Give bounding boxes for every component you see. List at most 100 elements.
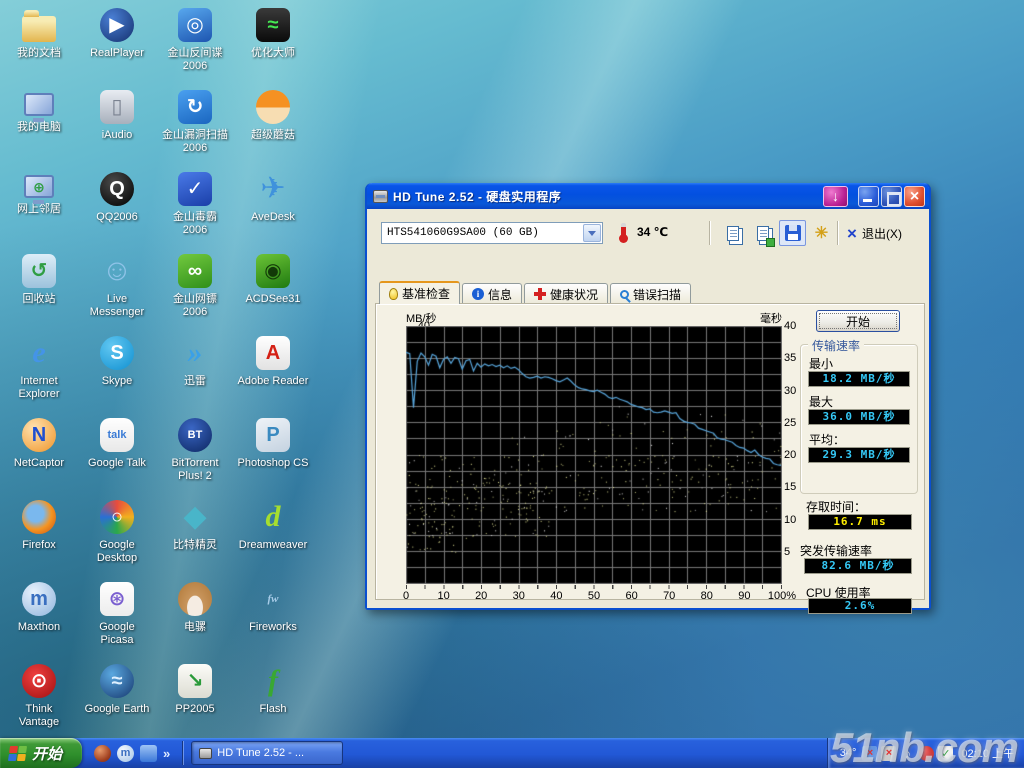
burst-rate-display: 82.6 MB/秒 <box>804 558 912 574</box>
combo-arrow-icon[interactable] <box>583 224 601 242</box>
recycle-bin-icon: ↺ <box>22 254 56 288</box>
hdtune-window: HD Tune 2.52 - 硬盘实用程序 ↓ HTS541060G9SA00 … <box>365 183 931 610</box>
x-axis-label: 0 <box>403 590 409 602</box>
start-button[interactable]: 开始 <box>0 738 82 768</box>
desktop-icon-my-documents[interactable]: 我的文档 <box>0 4 78 86</box>
save-button[interactable] <box>779 220 806 246</box>
desktop-icon-google-earth[interactable]: ≈Google Earth <box>78 660 156 742</box>
hdtune-app-icon <box>373 190 388 203</box>
kingsoft-duba-2006-icon: ✓ <box>178 172 212 206</box>
desktop-icon-adobe-reader[interactable]: AAdobe Reader <box>234 332 312 414</box>
x-axis-label: 100% <box>768 590 796 602</box>
desktop-icon-network-places[interactable]: ⊕网上邻居 <box>0 168 78 250</box>
desktop-icon-label: Dreamweaver <box>239 539 307 552</box>
antivirus-icon[interactable]: ✓ <box>938 746 953 761</box>
desktop-icon-label: Live Messenger <box>90 293 144 319</box>
desktop-icon-recycle-bin[interactable]: ↺回收站 <box>0 250 78 332</box>
quicklaunch-maxthon-icon[interactable]: m <box>117 745 134 762</box>
network-disconnected-icon[interactable]: × <box>862 746 877 761</box>
quicklaunch-browser-swirl-icon[interactable] <box>94 745 111 762</box>
desktop-icon-label: PP2005 <box>175 703 214 716</box>
desktop-icon-bittorrent-plus-2[interactable]: BTBitTorrent Plus! 2 <box>156 414 234 496</box>
bitspirit-icon: ◆ <box>178 500 212 534</box>
desktop-icon-acdsee31[interactable]: ◉ACDSee31 <box>234 250 312 332</box>
quicklaunch-ie-window-icon[interactable] <box>140 745 157 762</box>
window-titlebar[interactable]: HD Tune 2.52 - 硬盘实用程序 ↓ <box>367 183 929 209</box>
window-client-area: HTS541060G9SA00 (60 GB) 34 ℃ ✳ × 退出(X) 基… <box>367 209 929 608</box>
close-button[interactable] <box>904 186 925 207</box>
desktop-icon-label: Fireworks <box>249 621 297 634</box>
maximize-button[interactable] <box>881 186 902 207</box>
firefox-icon <box>22 500 56 534</box>
desktop-icon-google-talk[interactable]: talkGoogle Talk <box>78 414 156 496</box>
options-button[interactable]: ✳ <box>808 220 835 246</box>
taskbar: 开始 m » HD Tune 2.52 - ... 34° × × ♪ ✓ 02… <box>0 738 1024 768</box>
quicklaunch-chevron-icon[interactable]: » <box>163 746 170 761</box>
device-error-icon[interactable]: × <box>881 746 896 761</box>
network-places-icon: ⊕ <box>24 175 54 198</box>
desktop-icon-label: 金山毒霸 2006 <box>173 211 217 237</box>
desktop-icon-kingsoft-wangbiao-2006[interactable]: ∞金山网镖 2006 <box>156 250 234 332</box>
live-messenger-icon: ☺ <box>100 254 134 288</box>
desktop-icon-avedesk[interactable]: ✈AveDesk <box>234 168 312 250</box>
tab-label: 错误扫描 <box>633 286 681 303</box>
desktop-icon-emule[interactable]: 电骡 <box>156 578 234 660</box>
desktop-icon-label: Google Earth <box>85 703 150 716</box>
desktop-icon-skype[interactable]: SSkype <box>78 332 156 414</box>
desktop-icon-photoshop-cs[interactable]: PPhotoshop CS <box>234 414 312 496</box>
desktop-icon-qq2006[interactable]: QQQ2006 <box>78 168 156 250</box>
desktop-icon-thinkvantage[interactable]: ⊙Think Vantage <box>0 660 78 742</box>
x-axis-label: 70 <box>663 590 675 602</box>
desktop-icon-dreamweaver[interactable]: dDreamweaver <box>234 496 312 578</box>
copy-text-button[interactable] <box>719 220 746 246</box>
desktop-icon-realplayer[interactable]: ▶RealPlayer <box>78 4 156 86</box>
tab-benchmark[interactable]: 基准检查 <box>379 281 460 304</box>
desktop-icon-fireworks[interactable]: fwFireworks <box>234 578 312 660</box>
desktop-icon-google-desktop[interactable]: ○Google Desktop <box>78 496 156 578</box>
health-cross-icon <box>534 288 546 300</box>
desktop-icon-google-picasa[interactable]: ⊛Google Picasa <box>78 578 156 660</box>
tab-info[interactable]: i 信息 <box>462 283 522 304</box>
transfer-rate-group-title: 传输速率 <box>808 337 864 354</box>
desktop-icon-live-messenger[interactable]: ☺ Live Messenger <box>78 250 156 332</box>
download-overlay-button[interactable]: ↓ <box>823 186 848 207</box>
security-alert-icon[interactable] <box>919 746 934 761</box>
benchmark-start-button[interactable]: 开始 <box>816 310 900 332</box>
copy-image-button[interactable] <box>749 220 776 246</box>
drive-select[interactable]: HTS541060G9SA00 (60 GB) <box>381 222 603 244</box>
google-desktop-icon: ○ <box>100 500 134 534</box>
tab-label: 信息 <box>488 286 512 303</box>
tab-health[interactable]: 健康状况 <box>524 283 608 304</box>
desktop-icon-kingsoft-duba-2006[interactable]: ✓ 金山毒霸 2006 <box>156 168 234 250</box>
tab-errorscan[interactable]: 错误扫描 <box>610 283 691 304</box>
copy-image-icon <box>757 226 769 241</box>
desktop-icon-maxthon[interactable]: mMaxthon <box>0 578 78 660</box>
exit-button[interactable]: × 退出(X) <box>847 222 902 244</box>
desktop-icon-flash[interactable]: fFlash <box>234 660 312 742</box>
desktop-icon-kingsoft-antispy-2006[interactable]: ◎金山反间谍 2006 <box>156 4 234 86</box>
desktop-icon-youhua-dashi[interactable]: ≈优化大师 <box>234 4 312 86</box>
taskbar-task-hdtune[interactable]: HD Tune 2.52 - ... <box>191 741 343 765</box>
desktop-icon-netcaptor[interactable]: NNetCaptor <box>0 414 78 496</box>
desktop-icon-super-mushroom[interactable]: 超级蘑菇 <box>234 86 312 168</box>
thinkvantage-icon: ⊙ <box>22 664 56 698</box>
volume-icon[interactable]: ♪ <box>900 746 915 761</box>
youhua-dashi-icon: ≈ <box>256 8 290 42</box>
google-picasa-icon: ⊛ <box>100 582 134 616</box>
tab-label: 健康状况 <box>550 286 598 303</box>
desktop-icon-my-computer[interactable]: 我的电脑 <box>0 86 78 168</box>
desktop-icon-kingsoft-vulnscan-2006[interactable]: ↻金山漏洞扫描 2006 <box>156 86 234 168</box>
desktop-icon-iaudio[interactable]: ▯iAudio <box>78 86 156 168</box>
desktop-icon-bitspirit[interactable]: ◆比特精灵 <box>156 496 234 578</box>
desktop-icon-pp2005[interactable]: ↘PP2005 <box>156 660 234 742</box>
bulb-icon <box>389 288 398 300</box>
minimize-button[interactable] <box>858 186 879 207</box>
y-axis-label: 10 <box>784 514 804 526</box>
desktop-icon-xunlei[interactable]: »迅雷 <box>156 332 234 414</box>
internet-explorer-icon: e <box>22 336 56 370</box>
desktop-icon-firefox[interactable]: Firefox <box>0 496 78 578</box>
avedesk-icon: ✈ <box>256 172 290 206</box>
desktop-icon-internet-explorer[interactable]: eInternet Explorer <box>0 332 78 414</box>
toolbar-separator <box>709 221 710 245</box>
desktop-icon-label: QQ2006 <box>96 211 138 224</box>
